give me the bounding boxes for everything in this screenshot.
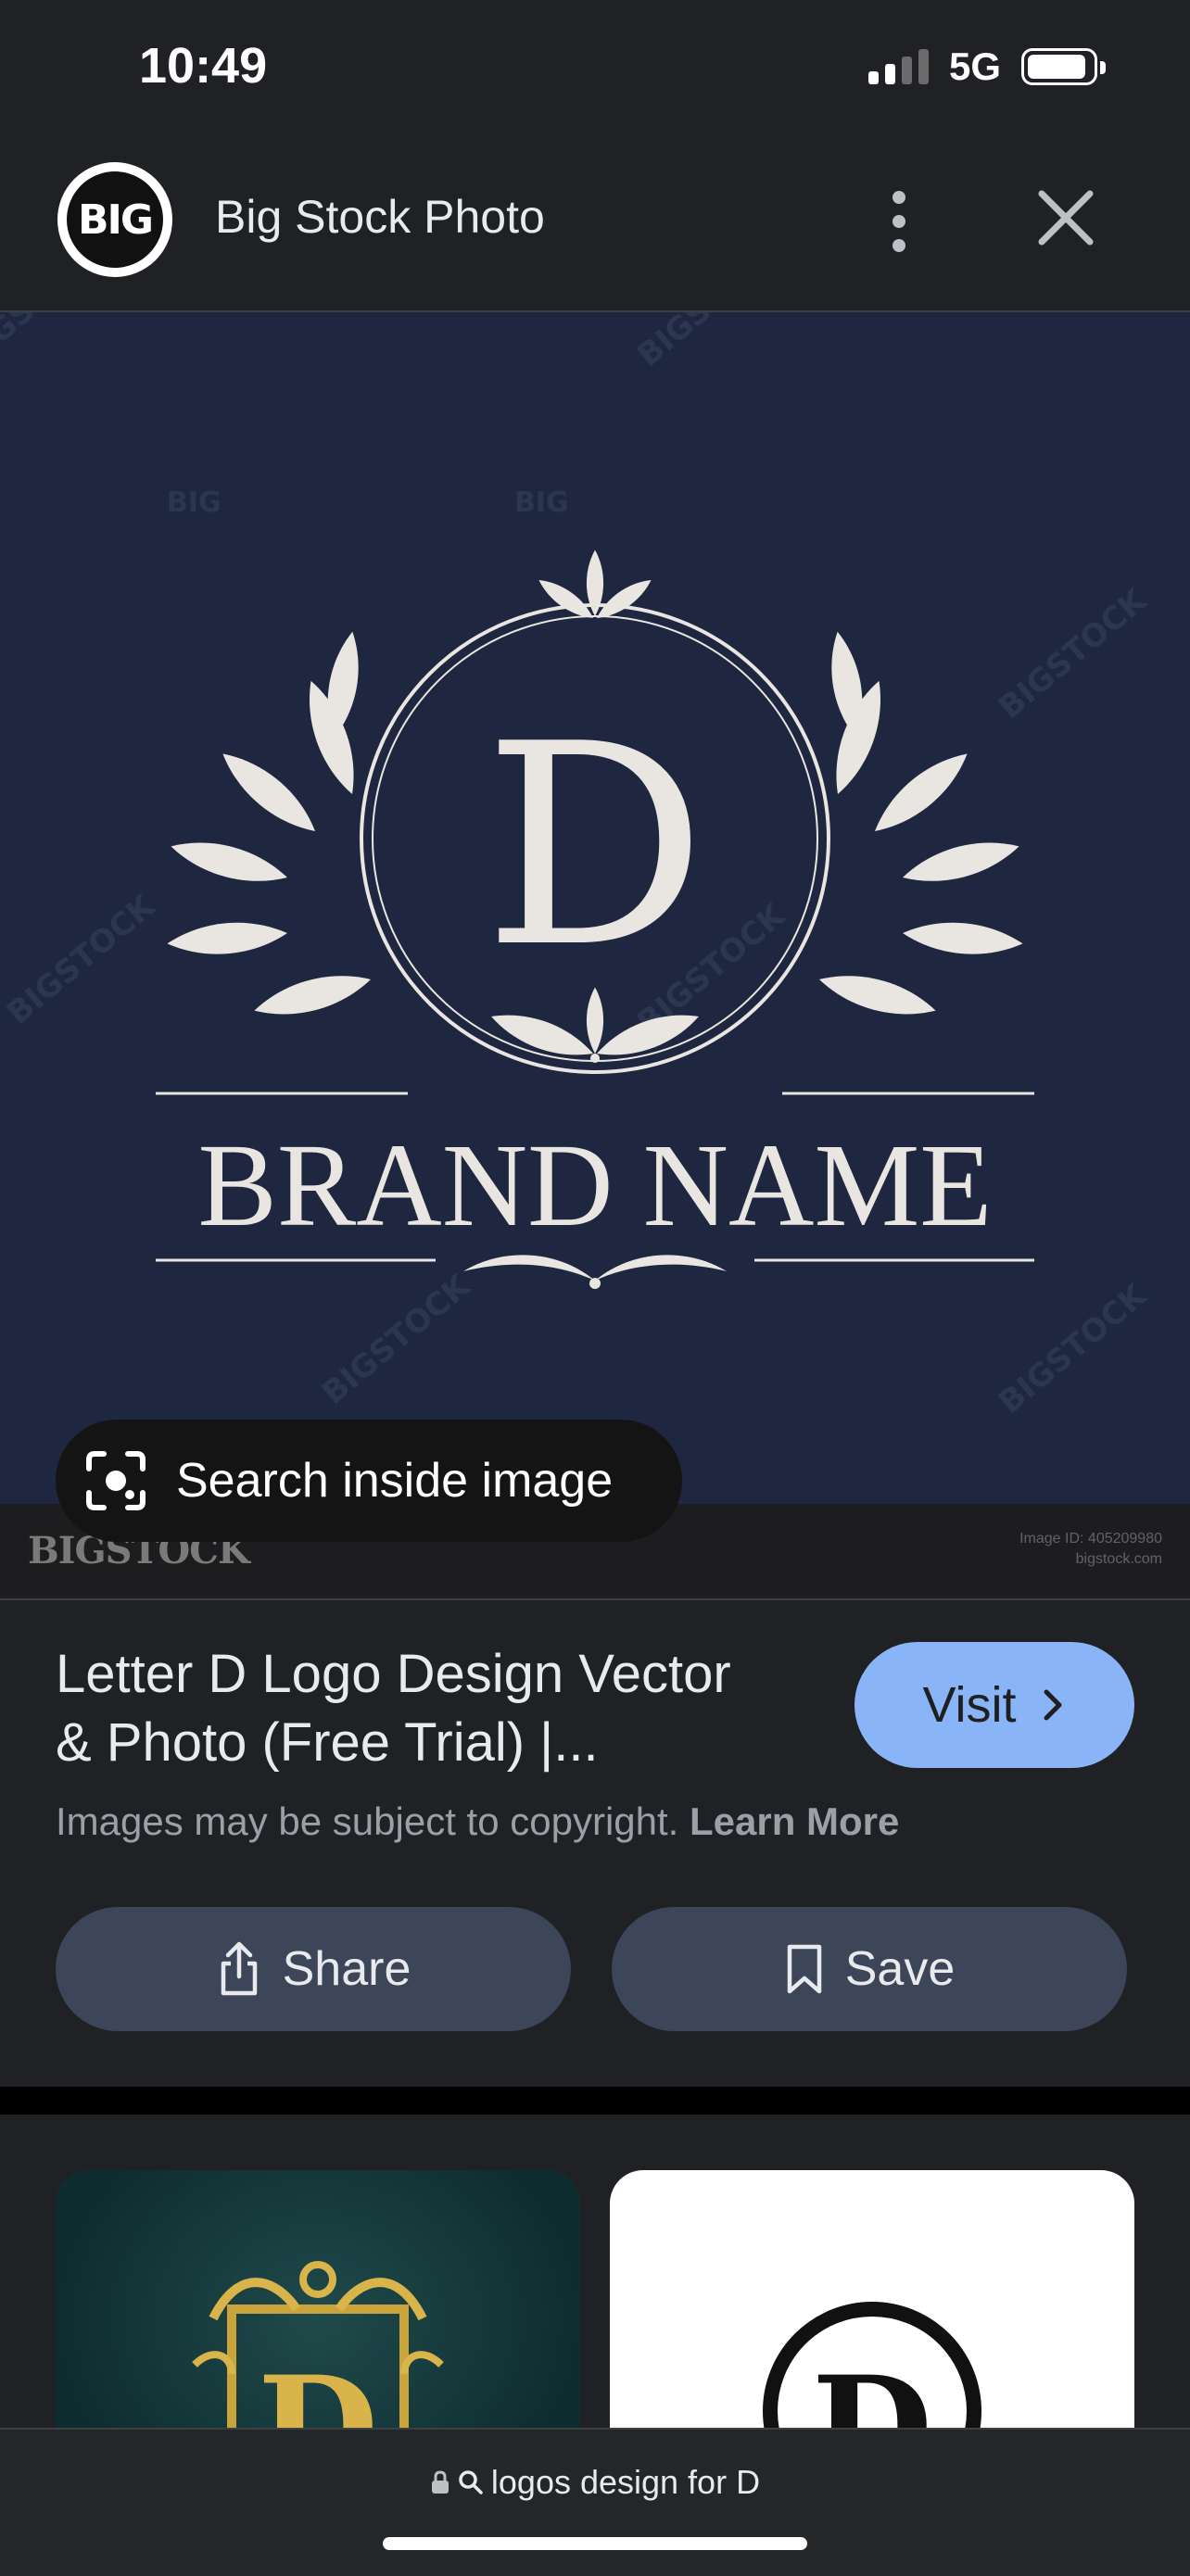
site-logo[interactable]: BIG [57, 162, 172, 277]
viewer-header [0, 139, 1190, 312]
visit-label: Visit [922, 1677, 1017, 1733]
share-button[interactable]: Share [56, 1907, 571, 2031]
result-title[interactable]: Letter D Logo Design Vector & Photo (Fre… [56, 1640, 816, 1777]
lens-icon [86, 1451, 146, 1510]
visit-button[interactable]: Visit [855, 1642, 1134, 1768]
watermark-text: BIG [514, 486, 569, 519]
section-divider [0, 2087, 1190, 2115]
status-indicators: 5G [867, 44, 1106, 89]
monogram-letter: D [484, 685, 707, 1008]
search-inside-image-button[interactable]: Search inside image [56, 1420, 682, 1542]
close-icon[interactable] [1029, 181, 1103, 255]
more-options-icon[interactable] [869, 181, 929, 262]
learn-more-link[interactable]: Learn More [690, 1799, 899, 1843]
address-bar [0, 2428, 1190, 2576]
search-inside-image-label: Search inside image [176, 1454, 614, 1508]
copyright-notice: Images may be subject to copyright. Lear… [56, 1799, 899, 1844]
home-indicator[interactable] [383, 2537, 807, 2550]
lock-icon [431, 2470, 449, 2494]
result-title-line1: Letter D Logo Design Vector [56, 1644, 731, 1704]
preview-image[interactable]: BIGSTOCK BIGSTOCK BIGSTOCK BIGSTOCK BIGS… [0, 312, 1190, 1504]
url-display[interactable]: logos design for D [0, 2463, 1190, 2502]
watermark-text: BIG [167, 486, 222, 519]
save-button[interactable]: Save [612, 1907, 1127, 2031]
strip-meta: Image ID: 405209980 bigstock.com [1019, 1529, 1162, 1570]
result-title-line2: & Photo (Free Trial) |... [56, 1712, 599, 1773]
source-domain-text: bigstock.com [1075, 1551, 1162, 1567]
network-type: 5G [948, 44, 1001, 88]
save-label: Save [844, 1942, 956, 1996]
site-name[interactable]: Big Stock Photo [215, 190, 545, 244]
search-icon [459, 2470, 483, 2494]
share-label: Share [282, 1942, 411, 1996]
url-text: logos design for D [490, 2463, 761, 2501]
battery-icon [1021, 48, 1106, 85]
chevron-right-icon [1044, 1689, 1062, 1721]
cellular-signal-icon [867, 49, 929, 84]
site-logo-text: BIG [67, 171, 163, 268]
share-icon [221, 1941, 257, 1996]
image-id-text: Image ID: 405209980 [1019, 1531, 1162, 1547]
brand-name-text: BRAND NAME [198, 1119, 993, 1251]
status-time: 10:49 [139, 38, 268, 94]
copyright-text: Images may be subject to copyright. [56, 1799, 679, 1843]
bookmark-icon [787, 1944, 821, 1994]
